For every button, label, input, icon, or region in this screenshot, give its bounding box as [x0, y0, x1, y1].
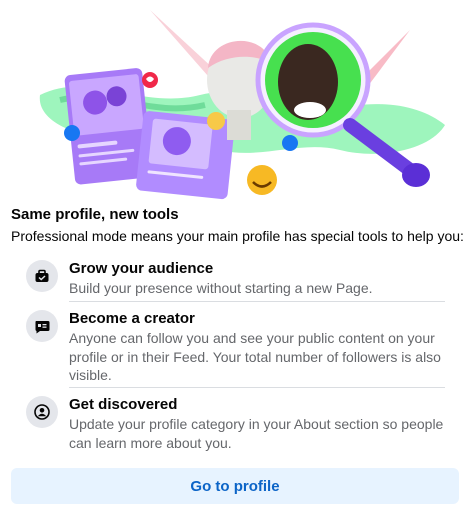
professional-mode-dialog: Same profile, new tools Professional mod… [0, 0, 474, 517]
feature-description: Update your profile category in your Abo… [69, 416, 444, 451]
divider [69, 387, 445, 388]
feature-title: Become a creator [69, 310, 195, 327]
briefcase-icon [26, 260, 58, 292]
feature-title: Get discovered [69, 396, 178, 413]
go-to-profile-button[interactable]: Go to profile [11, 468, 459, 504]
message-icon [26, 310, 58, 342]
divider [69, 301, 445, 302]
feature-text: Get discovered Update your profile categ… [69, 395, 449, 452]
dialog-subtext: Professional mode means your main profil… [11, 228, 464, 244]
profile-icon [26, 396, 58, 428]
feature-text: Grow your audience Build your presence w… [69, 259, 449, 298]
feature-description: Build your presence without starting a n… [69, 280, 373, 296]
feature-text: Become a creator Anyone can follow you a… [69, 309, 449, 385]
dialog-heading: Same profile, new tools [11, 206, 179, 223]
feature-title: Grow your audience [69, 260, 214, 277]
feature-description: Anyone can follow you and see your publi… [69, 330, 441, 383]
hero-illustration [0, 0, 474, 200]
